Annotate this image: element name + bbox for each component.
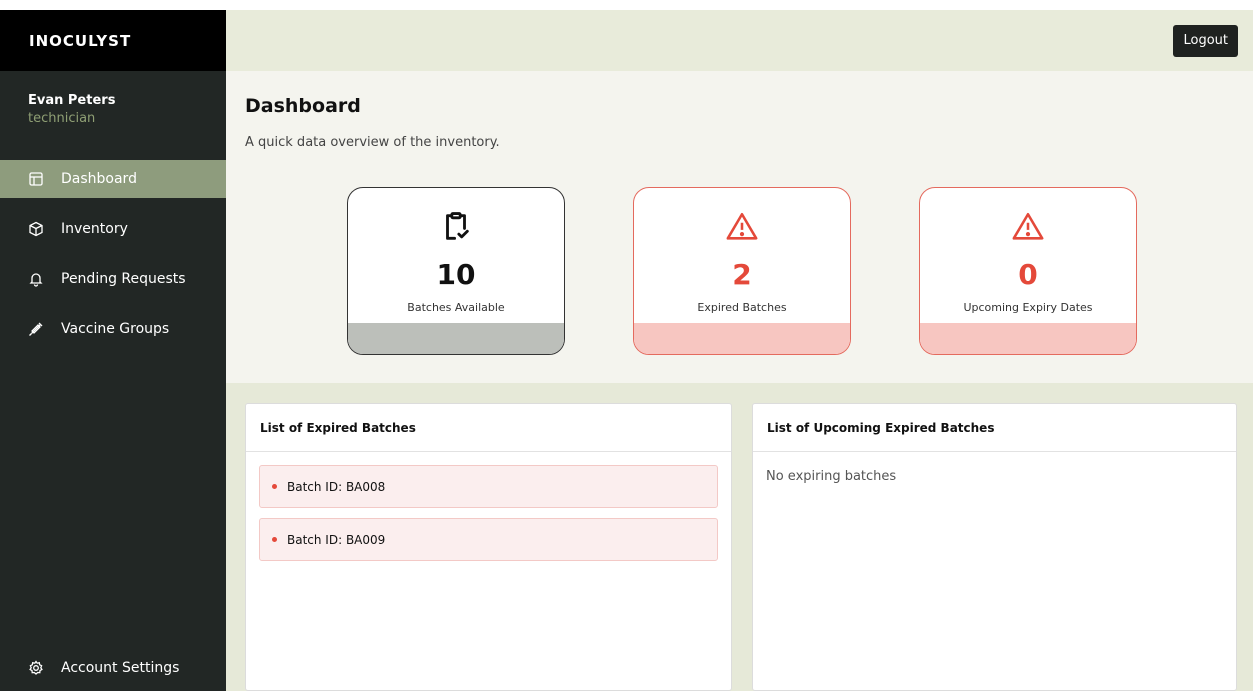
sidebar-item-pending-requests[interactable]: Pending Requests bbox=[0, 260, 226, 298]
syringe-icon bbox=[29, 322, 43, 336]
user-role: technician bbox=[28, 111, 96, 126]
main-content: Logout Dashboard A quick data overview o… bbox=[226, 10, 1253, 691]
stat-card-upcoming-expiry: 0 Upcoming Expiry Dates bbox=[919, 187, 1137, 355]
list-item[interactable]: Batch ID: BA009 bbox=[259, 518, 718, 561]
sidebar-item-label: Vaccine Groups bbox=[61, 321, 170, 337]
page-title: Dashboard bbox=[245, 95, 361, 117]
sidebar-item-dashboard[interactable]: Dashboard bbox=[0, 160, 226, 198]
stat-label: Batches Available bbox=[407, 301, 505, 314]
panel-title: List of Upcoming Expired Batches bbox=[753, 404, 1236, 452]
user-name: Evan Peters bbox=[28, 93, 116, 108]
bell-icon bbox=[29, 273, 43, 287]
stat-label: Upcoming Expiry Dates bbox=[963, 301, 1093, 314]
sidebar-item-label: Account Settings bbox=[61, 660, 180, 676]
card-footer bbox=[634, 323, 850, 354]
gear-icon bbox=[29, 660, 43, 675]
stat-cards: 10 Batches Available 2 Expired Batches 0… bbox=[347, 187, 1205, 355]
card-footer bbox=[348, 323, 564, 354]
upcoming-expired-panel: List of Upcoming Expired Batches No expi… bbox=[752, 403, 1237, 691]
batch-id: Batch ID: BA008 bbox=[287, 479, 386, 494]
stat-label: Expired Batches bbox=[697, 301, 787, 314]
panel-title: List of Expired Batches bbox=[246, 404, 731, 452]
stat-value: 2 bbox=[732, 258, 752, 291]
warning-icon bbox=[1012, 212, 1044, 240]
stat-value: 0 bbox=[1018, 258, 1038, 291]
sidebar: INOCULYST Evan Peters technician Dashboa… bbox=[0, 10, 226, 691]
stat-value: 10 bbox=[436, 258, 476, 291]
layout-icon bbox=[29, 172, 43, 186]
empty-state: No expiring batches bbox=[766, 469, 897, 484]
sidebar-item-label: Pending Requests bbox=[61, 271, 186, 287]
warning-icon bbox=[726, 212, 758, 240]
lists-section: List of Expired Batches Batch ID: BA008 … bbox=[226, 383, 1253, 691]
brand-logo: INOCULYST bbox=[0, 10, 226, 71]
page-subtitle: A quick data overview of the inventory. bbox=[245, 135, 500, 150]
expired-batches-panel: List of Expired Batches Batch ID: BA008 … bbox=[245, 403, 732, 691]
sidebar-item-label: Inventory bbox=[61, 221, 128, 237]
bullet-dot bbox=[272, 484, 277, 489]
app-frame: INOCULYST Evan Peters technician Dashboa… bbox=[0, 10, 1253, 691]
clipboard-check-icon bbox=[446, 212, 469, 240]
sidebar-item-vaccine-groups[interactable]: Vaccine Groups bbox=[0, 310, 226, 348]
summary-section: Dashboard A quick data overview of the i… bbox=[226, 71, 1253, 383]
expired-batches-list: Batch ID: BA008 Batch ID: BA009 bbox=[246, 452, 731, 584]
sidebar-item-label: Dashboard bbox=[61, 171, 137, 187]
box-icon bbox=[29, 221, 43, 237]
sidebar-item-inventory[interactable]: Inventory bbox=[0, 210, 226, 248]
topbar: Logout bbox=[226, 10, 1253, 71]
user-info: Evan Peters technician bbox=[0, 71, 226, 160]
sidebar-bottom: Account Settings bbox=[0, 649, 226, 691]
card-footer bbox=[920, 323, 1136, 354]
batch-id: Batch ID: BA009 bbox=[287, 532, 386, 547]
sidebar-item-account-settings[interactable]: Account Settings bbox=[0, 649, 226, 687]
logout-button[interactable]: Logout bbox=[1173, 24, 1238, 57]
stat-card-batches-available: 10 Batches Available bbox=[347, 187, 565, 355]
list-item[interactable]: Batch ID: BA008 bbox=[259, 465, 718, 508]
stat-card-expired-batches: 2 Expired Batches bbox=[633, 187, 851, 355]
bullet-dot bbox=[272, 537, 277, 542]
